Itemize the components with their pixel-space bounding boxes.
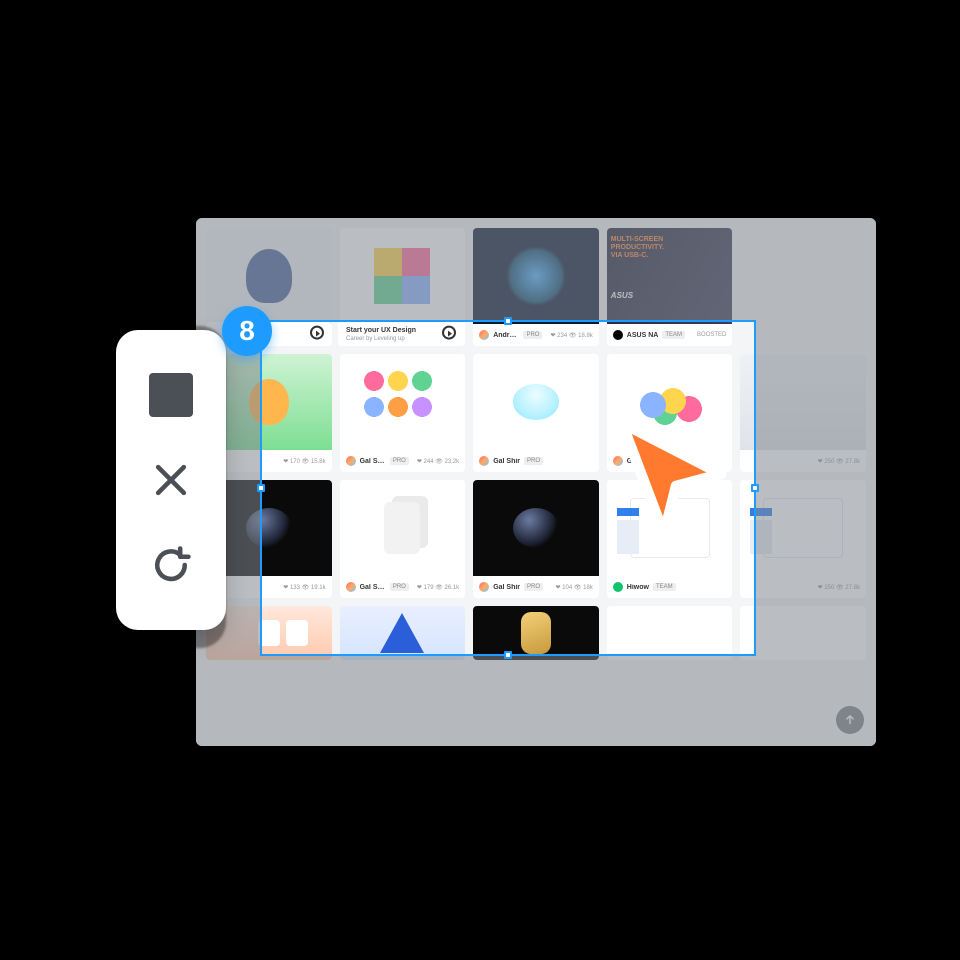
capture-toolbar	[116, 330, 226, 630]
thumbnail-asus-ad: MULTI-SCREEN PRODUCTIVITY. VIA USB-C. AS…	[607, 228, 733, 324]
cancel-button[interactable]	[145, 454, 197, 506]
shot-card[interactable]: ❤ 250 👁 27.8k	[740, 480, 866, 598]
cursor-arrow-icon	[592, 402, 742, 552]
scroll-to-top-button[interactable]	[836, 706, 864, 734]
close-icon	[149, 458, 193, 502]
stop-icon	[149, 373, 193, 417]
thumbnail-mobile-ui-2	[740, 480, 866, 576]
ad-brand: ASUS	[611, 291, 633, 300]
reload-icon	[149, 543, 193, 587]
thumbnail-popart	[340, 228, 466, 324]
reload-button[interactable]	[145, 539, 197, 591]
thumbnail-runner	[206, 228, 332, 324]
thumbnail-desk	[740, 354, 866, 450]
shot-card[interactable]: ❤ 250 👁 27.8k	[740, 354, 866, 472]
stage: ChahinPRO❤ 46 👁 10k Hoang NguyenPRO❤ 71 …	[0, 0, 960, 960]
thumbnail-dashboard-2	[740, 606, 866, 660]
capture-count-badge: 8	[222, 306, 272, 356]
shot-card[interactable]	[740, 606, 866, 660]
arrow-up-icon	[843, 713, 857, 727]
ad-headline: MULTI-SCREEN PRODUCTIVITY. VIA USB-C.	[611, 236, 673, 260]
capture-count: 8	[239, 315, 255, 347]
stop-button[interactable]	[145, 369, 197, 421]
thumbnail-nebula	[473, 228, 599, 324]
cursor-graphic	[592, 402, 742, 552]
